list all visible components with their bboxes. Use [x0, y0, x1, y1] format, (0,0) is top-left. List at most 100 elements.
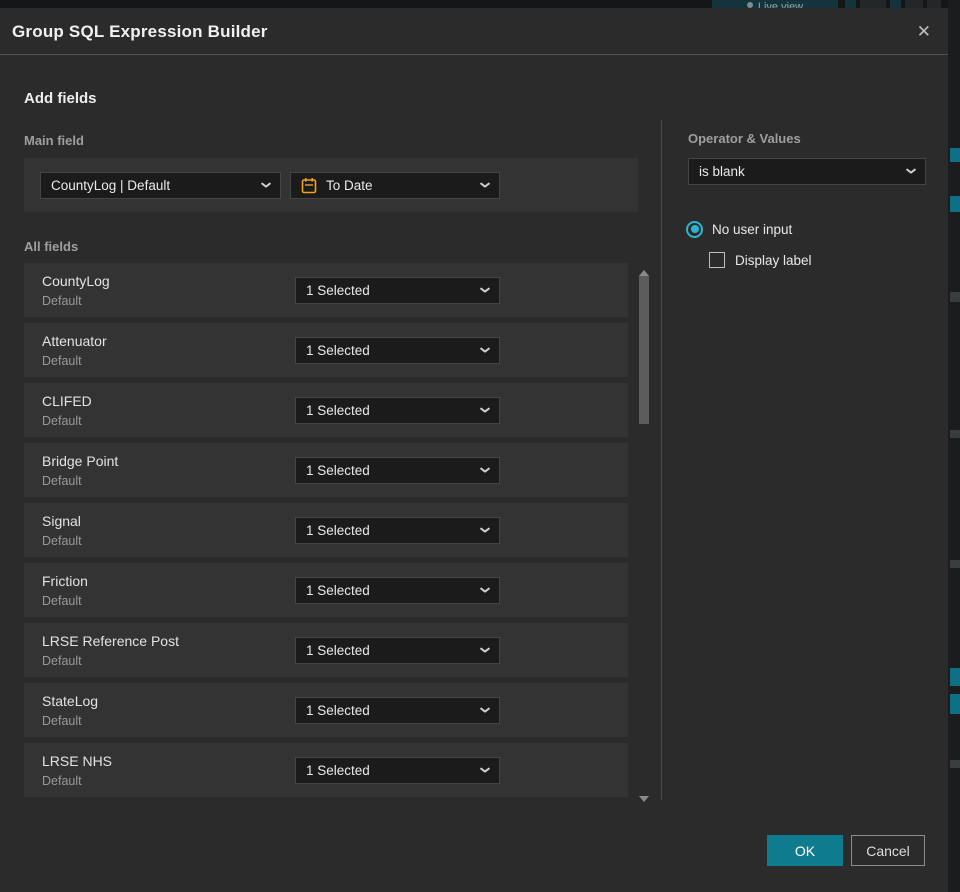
field-subtitle: Default [42, 654, 82, 668]
field-subtitle: Default [42, 354, 82, 368]
field-row-signal: Signal Default 1 Selected [24, 503, 628, 557]
selected-count-label: 1 Selected [306, 463, 370, 478]
field-subtitle: Default [42, 414, 82, 428]
field-name: LRSE NHS [42, 753, 113, 769]
backdrop-fragment [950, 668, 960, 686]
field-selected-dropdown[interactable]: 1 Selected [295, 457, 500, 484]
live-view-label: Live view [757, 1, 804, 8]
field-row-statelog: StateLog Default 1 Selected [24, 683, 628, 737]
field-row-lrse-nhs: LRSE NHS Default 1 Selected [24, 743, 628, 797]
field-name: Attenuator [42, 333, 107, 349]
field-selected-dropdown[interactable]: 1 Selected [295, 637, 500, 664]
main-field-container: CountyLog | Default To Date [24, 158, 638, 212]
chevron-down-icon [906, 167, 915, 176]
selected-count-label: 1 Selected [306, 583, 370, 598]
dialog-header: Group SQL Expression Builder ✕ [0, 8, 948, 55]
selected-count-label: 1 Selected [306, 703, 370, 718]
field-selected-dropdown[interactable]: 1 Selected [295, 277, 500, 304]
no-user-input-radio[interactable]: No user input [686, 219, 792, 239]
backdrop-fragment [950, 430, 960, 438]
toolbar-button-fragment [860, 0, 886, 8]
field-subtitle: Default [42, 594, 82, 608]
radio-selected-icon [686, 220, 703, 238]
toolbar-button-fragment [890, 0, 901, 8]
field-selected-dropdown[interactable]: 1 Selected [295, 517, 500, 544]
operator-values-label: Operator & Values [688, 131, 801, 146]
chevron-down-icon [480, 586, 489, 595]
chevron-down-icon [480, 406, 489, 415]
selected-count-label: 1 Selected [306, 343, 370, 358]
scrollbar-thumb[interactable] [639, 276, 649, 424]
field-row-friction: Friction Default 1 Selected [24, 563, 628, 617]
chevron-down-icon [480, 181, 489, 190]
selected-count-label: 1 Selected [306, 763, 370, 778]
main-field-type-select[interactable]: To Date [290, 172, 500, 199]
app-top-strip: Live view [0, 0, 960, 8]
field-name: LRSE Reference Post [42, 633, 179, 649]
field-row-countylog: CountyLog Default 1 Selected [24, 263, 628, 317]
screen: Live view Group SQL Expression Builder ✕… [0, 0, 960, 892]
field-row-lrse-reference-post: LRSE Reference Post Default 1 Selected [24, 623, 628, 677]
radio-label: No user input [712, 221, 793, 237]
field-name: CountyLog [42, 273, 110, 289]
live-view-button[interactable]: Live view [712, 0, 838, 8]
dialog-title: Group SQL Expression Builder [12, 22, 268, 41]
field-name: CLIFED [42, 393, 92, 409]
field-selected-dropdown[interactable]: 1 Selected [295, 337, 500, 364]
selected-count-label: 1 Selected [306, 403, 370, 418]
cancel-button[interactable]: Cancel [851, 835, 925, 866]
add-fields-heading: Add fields [24, 90, 97, 107]
field-name: Friction [42, 573, 88, 589]
backdrop-fragment [950, 694, 960, 714]
chevron-down-icon [480, 766, 489, 775]
app-right-strip [948, 0, 960, 892]
operator-select[interactable]: is blank [688, 158, 926, 185]
group-sql-expression-builder-dialog: Group SQL Expression Builder ✕ Add field… [0, 8, 948, 892]
all-fields-label: All fields [24, 239, 79, 254]
backdrop-fragment [950, 760, 960, 768]
selected-count-label: 1 Selected [306, 523, 370, 538]
field-selected-dropdown[interactable]: 1 Selected [295, 697, 500, 724]
field-row-attenuator: Attenuator Default 1 Selected [24, 323, 628, 377]
field-name: Bridge Point [42, 453, 119, 469]
field-subtitle: Default [42, 474, 82, 488]
selected-count-label: 1 Selected [306, 643, 370, 658]
toolbar-button-fragment [927, 0, 941, 8]
live-view-dot-icon [746, 1, 753, 8]
main-field-type-value: To Date [326, 178, 373, 193]
field-selected-dropdown[interactable]: 1 Selected [295, 397, 500, 424]
chevron-down-icon [480, 646, 489, 655]
main-field-select-value: CountyLog | Default [51, 178, 171, 193]
backdrop-fragment [950, 292, 960, 302]
chevron-down-icon [480, 466, 489, 475]
field-name: Signal [42, 513, 81, 529]
main-field-select[interactable]: CountyLog | Default [40, 172, 281, 199]
display-label-checkbox[interactable]: Display label [709, 251, 812, 269]
selected-count-label: 1 Selected [306, 283, 370, 298]
field-subtitle: Default [42, 294, 82, 308]
toolbar-button-fragment [905, 0, 923, 8]
checkbox-unchecked-icon [709, 252, 725, 268]
toolbar-button-fragment [845, 0, 856, 8]
field-name: StateLog [42, 693, 99, 709]
close-icon[interactable]: ✕ [913, 8, 935, 55]
operator-select-value: is blank [699, 164, 745, 179]
field-selected-dropdown[interactable]: 1 Selected [295, 757, 500, 784]
chevron-down-icon [480, 286, 489, 295]
field-subtitle: Default [42, 774, 82, 788]
ok-button[interactable]: OK [767, 835, 843, 866]
calendar-icon [301, 177, 317, 194]
backdrop-fragment [950, 196, 960, 212]
chevron-down-icon [480, 346, 489, 355]
main-field-label: Main field [24, 133, 84, 148]
field-row-clifed: CLIFED Default 1 Selected [24, 383, 628, 437]
scrollbar-down-arrow[interactable] [639, 796, 649, 802]
chevron-down-icon [261, 181, 270, 190]
field-selected-dropdown[interactable]: 1 Selected [295, 577, 500, 604]
backdrop-fragment [950, 560, 960, 568]
panel-divider [661, 120, 662, 800]
field-subtitle: Default [42, 534, 82, 548]
chevron-down-icon [480, 526, 489, 535]
chevron-down-icon [480, 706, 489, 715]
field-subtitle: Default [42, 714, 82, 728]
